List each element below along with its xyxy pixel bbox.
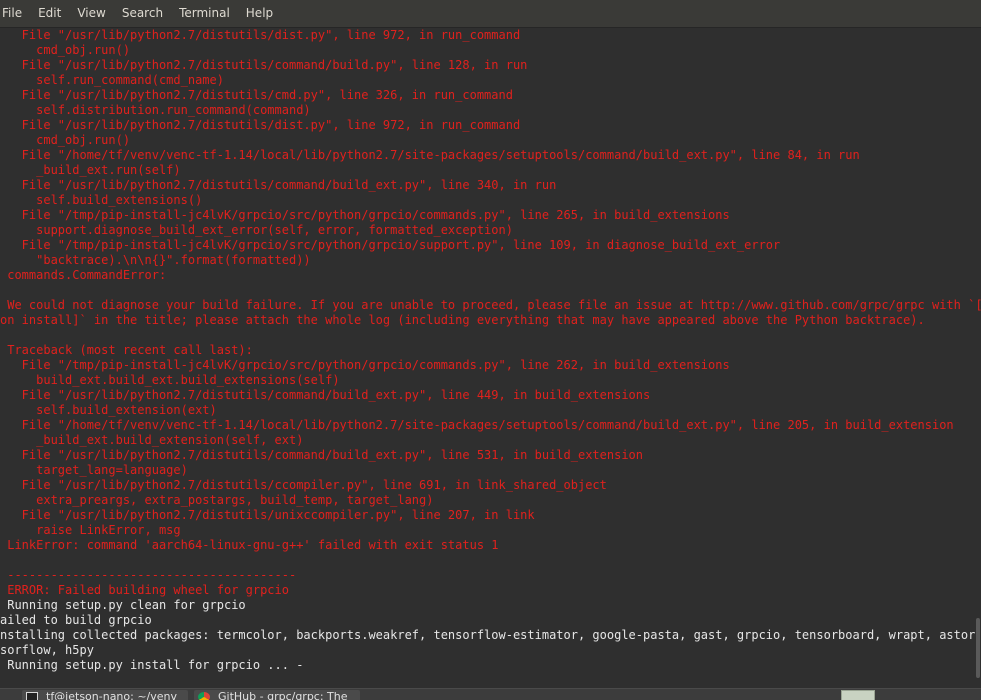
workspace-switcher[interactable] (841, 690, 875, 700)
terminal-line: ERROR: Failed building wheel for grpcio (0, 583, 289, 597)
terminal-line: on install]` in the title; please attach… (0, 313, 925, 327)
terminal-line: File "/tmp/pip-install-jc4lvK/grpcio/src… (0, 238, 781, 252)
terminal-line: File "/usr/lib/python2.7/distutils/ccomp… (0, 478, 607, 492)
terminal-line: "backtrace).\n\n{}".format(formatted)) (0, 253, 311, 267)
terminal-line: _build_ext.run(self) (0, 163, 181, 177)
menu-search[interactable]: Search (114, 0, 171, 27)
terminal-line: ailed to build grpcio (0, 613, 152, 627)
terminal-line: Running setup.py clean for grpcio (0, 598, 246, 612)
terminal-line: self.distribution.run_command(command) (0, 103, 311, 117)
chrome-icon (198, 692, 210, 700)
terminal-icon (26, 692, 38, 700)
terminal-line: build_ext.build_ext.build_extensions(sel… (0, 373, 340, 387)
terminal-line: target_lang=language) (0, 463, 188, 477)
terminal-line: extra_preargs, extra_postargs, build_tem… (0, 493, 434, 507)
terminal-line: File "/tmp/pip-install-jc4lvK/grpcio/src… (0, 358, 730, 372)
terminal-line: File "/home/tf/venv/venc-tf-1.14/local/l… (0, 148, 860, 162)
terminal-line: We could not diagnose your build failure… (0, 298, 981, 312)
terminal-line: sorflow, h5py (0, 643, 94, 657)
terminal-line: File "/tmp/pip-install-jc4lvK/grpcio/src… (0, 208, 730, 222)
terminal-line: self.run_command(cmd_name) (0, 73, 224, 87)
terminal-line: File "/usr/lib/python2.7/distutils/cmd.p… (0, 88, 513, 102)
terminal-line: self.build_extension(ext) (0, 403, 217, 417)
menu-edit[interactable]: Edit (30, 0, 69, 27)
menu-terminal[interactable]: Terminal (171, 0, 238, 27)
terminal-line: Traceback (most recent call last): (0, 343, 253, 357)
terminal-line: self.build_extensions() (0, 193, 203, 207)
terminal-line: support.diagnose_build_ext_error(self, e… (0, 223, 513, 237)
terminal-window: File Edit View Search Terminal Help File… (0, 0, 981, 700)
terminal-line: ---------------------------------------- (0, 568, 297, 582)
menu-help[interactable]: Help (238, 0, 281, 27)
scrollbar-thumb[interactable] (976, 618, 980, 678)
terminal-line: commands.CommandError: (0, 268, 167, 282)
terminal-line: File "/usr/lib/python2.7/distutils/dist.… (0, 28, 521, 42)
taskbar-item-label: GitHub - grpc/grpc: The (218, 690, 348, 700)
taskbar-item-terminal[interactable]: tf@jetson-nano: ~/venv (22, 690, 188, 700)
terminal-line: nstalling collected packages: termcolor,… (0, 628, 981, 642)
terminal-line: _build_ext.build_extension(self, ext) (0, 433, 304, 447)
taskbar-item-browser[interactable]: GitHub - grpc/grpc: The (194, 690, 360, 700)
terminal-line: File "/usr/lib/python2.7/distutils/comma… (0, 178, 557, 192)
menubar: File Edit View Search Terminal Help (0, 0, 981, 28)
terminal-line: File "/usr/lib/python2.7/distutils/unixc… (0, 508, 535, 522)
menu-view[interactable]: View (69, 0, 113, 27)
menu-file[interactable]: File (0, 0, 30, 27)
terminal-line: LinkError: command 'aarch64-linux-gnu-g+… (0, 538, 499, 552)
terminal-line: File "/home/tf/venv/venc-tf-1.14/local/l… (0, 418, 954, 432)
terminal-line: File "/usr/lib/python2.7/distutils/comma… (0, 58, 528, 72)
scrollbar[interactable] (975, 28, 981, 688)
taskbar: tf@jetson-nano: ~/venv GitHub - grpc/grp… (0, 688, 981, 700)
terminal-line: Running setup.py install for grpcio ... … (0, 658, 304, 672)
terminal-line: File "/usr/lib/python2.7/distutils/comma… (0, 448, 643, 462)
terminal-line: File "/usr/lib/python2.7/distutils/comma… (0, 388, 651, 402)
terminal-output[interactable]: File "/usr/lib/python2.7/distutils/dist.… (0, 28, 981, 688)
terminal-line: File "/usr/lib/python2.7/distutils/dist.… (0, 118, 521, 132)
terminal-line: cmd_obj.run() (0, 43, 131, 57)
terminal-line: raise LinkError, msg (0, 523, 181, 537)
taskbar-item-label: tf@jetson-nano: ~/venv (46, 690, 178, 700)
terminal-line: cmd_obj.run() (0, 133, 131, 147)
